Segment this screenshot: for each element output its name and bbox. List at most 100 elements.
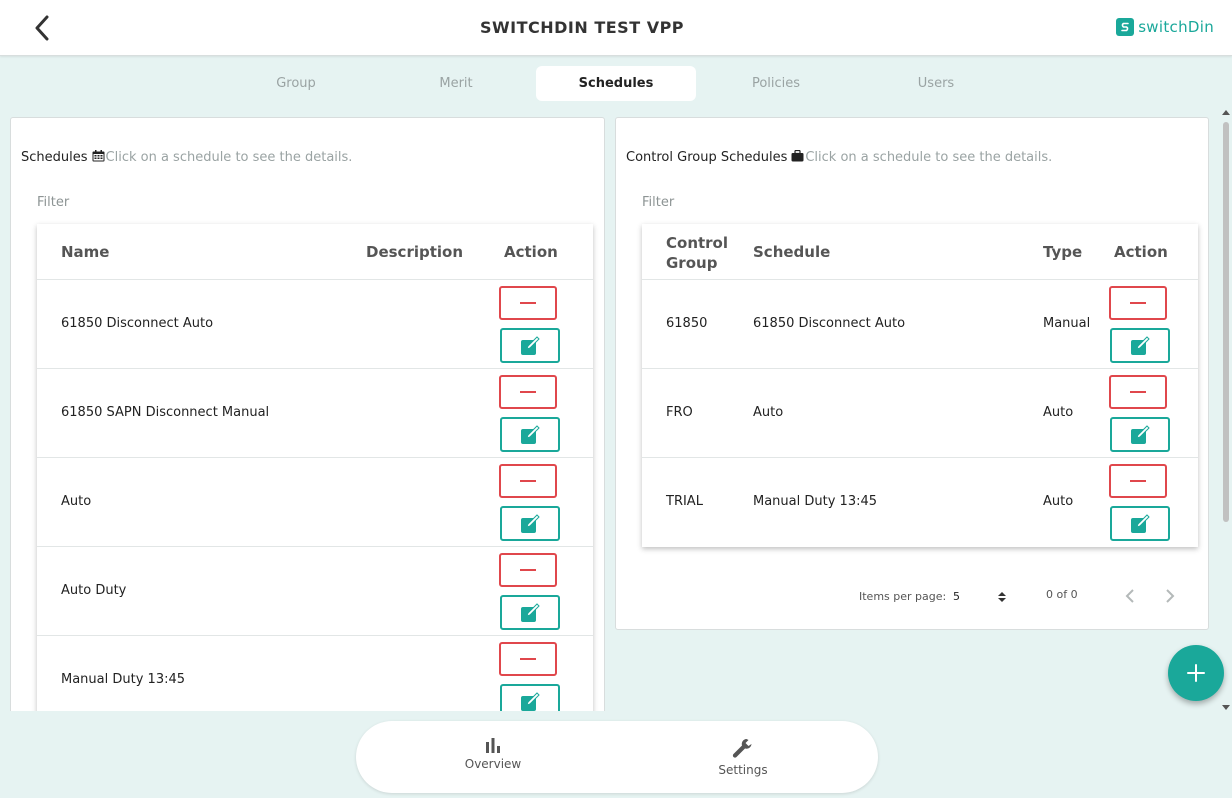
column-header-description[interactable]: Description [366, 243, 463, 261]
schedules-panel-header: Schedules Click on a schedule to see the… [21, 149, 353, 165]
items-per-page-value: 5 [953, 590, 960, 603]
table-header: Control Group Schedule Type Action [642, 224, 1198, 280]
schedules-filter-input[interactable]: Filter [37, 195, 69, 210]
edit-button[interactable] [500, 595, 560, 630]
scrollbar-thumb[interactable] [1223, 122, 1229, 522]
chevron-right-icon [1166, 589, 1175, 603]
table-row[interactable]: TRIAL Manual Duty 13:45 Auto [642, 458, 1198, 547]
control-group-name: 61850 [666, 316, 708, 331]
column-header-control-group[interactable]: Control Group [666, 233, 736, 273]
table-header: Name Description Action [37, 224, 593, 280]
page-title: SWITCHDIN TEST VPP [479, 18, 685, 37]
edit-icon [1131, 424, 1150, 444]
table-row[interactable]: Auto [37, 458, 593, 547]
chevron-left-icon [1125, 589, 1134, 603]
previous-page-button[interactable] [1120, 586, 1140, 606]
page-scrollbar[interactable] [1222, 110, 1230, 710]
control-group-name: FRO [666, 405, 693, 420]
schedules-panel-hint: Click on a schedule to see the details. [105, 150, 353, 165]
add-schedule-button[interactable] [1168, 645, 1224, 701]
edit-icon [1131, 335, 1150, 355]
schedule-name: Manual Duty 13:45 [753, 494, 878, 509]
schedule-type: Manual [1043, 316, 1091, 331]
next-page-button[interactable] [1160, 586, 1180, 606]
edit-icon [1131, 513, 1150, 533]
control-group-name: TRIAL [666, 494, 703, 509]
schedule-name: 61850 SAPN Disconnect Manual [61, 405, 270, 420]
delete-button[interactable] [1109, 375, 1167, 409]
scroll-down-icon[interactable] [1222, 705, 1230, 710]
column-header-name[interactable]: Name [61, 243, 109, 261]
delete-button[interactable] [1109, 464, 1167, 498]
schedules-table: Name Description Action 61850 Disconnect… [37, 224, 593, 716]
delete-button[interactable] [499, 642, 557, 676]
schedule-name: 61850 Disconnect Auto [753, 316, 906, 331]
schedule-name: Manual Duty 13:45 [61, 672, 186, 687]
table-row[interactable]: 61850 61850 Disconnect Auto Manual [642, 280, 1198, 369]
table-row[interactable]: Auto Duty [37, 547, 593, 636]
tab-users[interactable]: Users [856, 66, 1016, 101]
schedule-name: 61850 Disconnect Auto [61, 316, 214, 331]
schedule-name: Auto [61, 494, 92, 509]
column-header-action: Action [1114, 243, 1168, 261]
nav-overview-label: Overview [464, 757, 522, 771]
nav-overview[interactable]: Overview [433, 737, 553, 771]
delete-button[interactable] [499, 375, 557, 409]
edit-button[interactable] [1110, 328, 1170, 363]
tab-policies[interactable]: Policies [696, 66, 856, 101]
tab-merit[interactable]: Merit [376, 66, 536, 101]
control-group-panel-hint: Click on a schedule to see the details. [805, 150, 1053, 165]
column-header-schedule[interactable]: Schedule [753, 243, 830, 261]
scroll-up-icon[interactable] [1222, 110, 1230, 115]
edit-button[interactable] [500, 328, 560, 363]
bottom-nav: Overview Settings [356, 721, 878, 793]
plus-icon [1187, 664, 1205, 682]
control-group-schedules-panel: Control Group Schedules Click on a sched… [615, 117, 1209, 630]
table-row[interactable]: Manual Duty 13:45 [37, 636, 593, 716]
control-group-filter-input[interactable]: Filter [642, 195, 674, 210]
edit-button[interactable] [1110, 417, 1170, 452]
page-range-label: 0 of 0 [1046, 588, 1078, 601]
bar-chart-icon [486, 738, 500, 753]
logo: switchDin [1116, 18, 1214, 36]
delete-button[interactable] [499, 553, 557, 587]
top-bar: SWITCHDIN TEST VPP switchDin [0, 0, 1232, 56]
edit-icon [521, 691, 540, 711]
control-group-panel-title: Control Group Schedules [626, 150, 788, 165]
edit-icon [521, 424, 540, 444]
delete-button[interactable] [1109, 286, 1167, 320]
sort-arrows-icon [998, 592, 1006, 602]
logo-text: switchDin [1138, 18, 1214, 36]
schedule-type: Auto [1043, 405, 1074, 420]
tab-schedules[interactable]: Schedules [536, 66, 696, 101]
table-row[interactable]: 61850 SAPN Disconnect Manual [37, 369, 593, 458]
nav-settings-label: Settings [718, 763, 768, 777]
schedules-panel-title: Schedules [21, 150, 88, 165]
edit-button[interactable] [500, 417, 560, 452]
edit-icon [521, 602, 540, 622]
calendar-icon [92, 149, 105, 161]
briefcase-icon [791, 149, 804, 161]
switchdin-logo-icon [1116, 18, 1135, 36]
control-group-panel-header: Control Group Schedules Click on a sched… [626, 149, 1053, 165]
schedule-name: Auto Duty [61, 583, 127, 598]
edit-icon [521, 335, 540, 355]
paginator: Items per page: 5 0 of 0 [616, 586, 1208, 616]
schedule-type: Auto [1043, 494, 1074, 509]
table-row[interactable]: FRO Auto Auto [642, 369, 1198, 458]
delete-button[interactable] [499, 286, 557, 320]
items-per-page-label: Items per page: [859, 590, 947, 603]
column-header-type[interactable]: Type [1043, 243, 1082, 261]
tab-bar: Group Merit Schedules Policies Users [216, 66, 1016, 101]
items-per-page-select[interactable]: 5 [952, 588, 1008, 606]
table-row[interactable]: 61850 Disconnect Auto [37, 280, 593, 369]
edit-button[interactable] [1110, 506, 1170, 541]
schedule-name: Auto [753, 405, 784, 420]
delete-button[interactable] [499, 464, 557, 498]
nav-settings[interactable]: Settings [683, 737, 803, 777]
column-header-action: Action [504, 243, 558, 261]
schedules-panel: Schedules Click on a schedule to see the… [10, 117, 605, 717]
edit-button[interactable] [500, 506, 560, 541]
wrench-icon [732, 739, 752, 758]
tab-group[interactable]: Group [216, 66, 376, 101]
